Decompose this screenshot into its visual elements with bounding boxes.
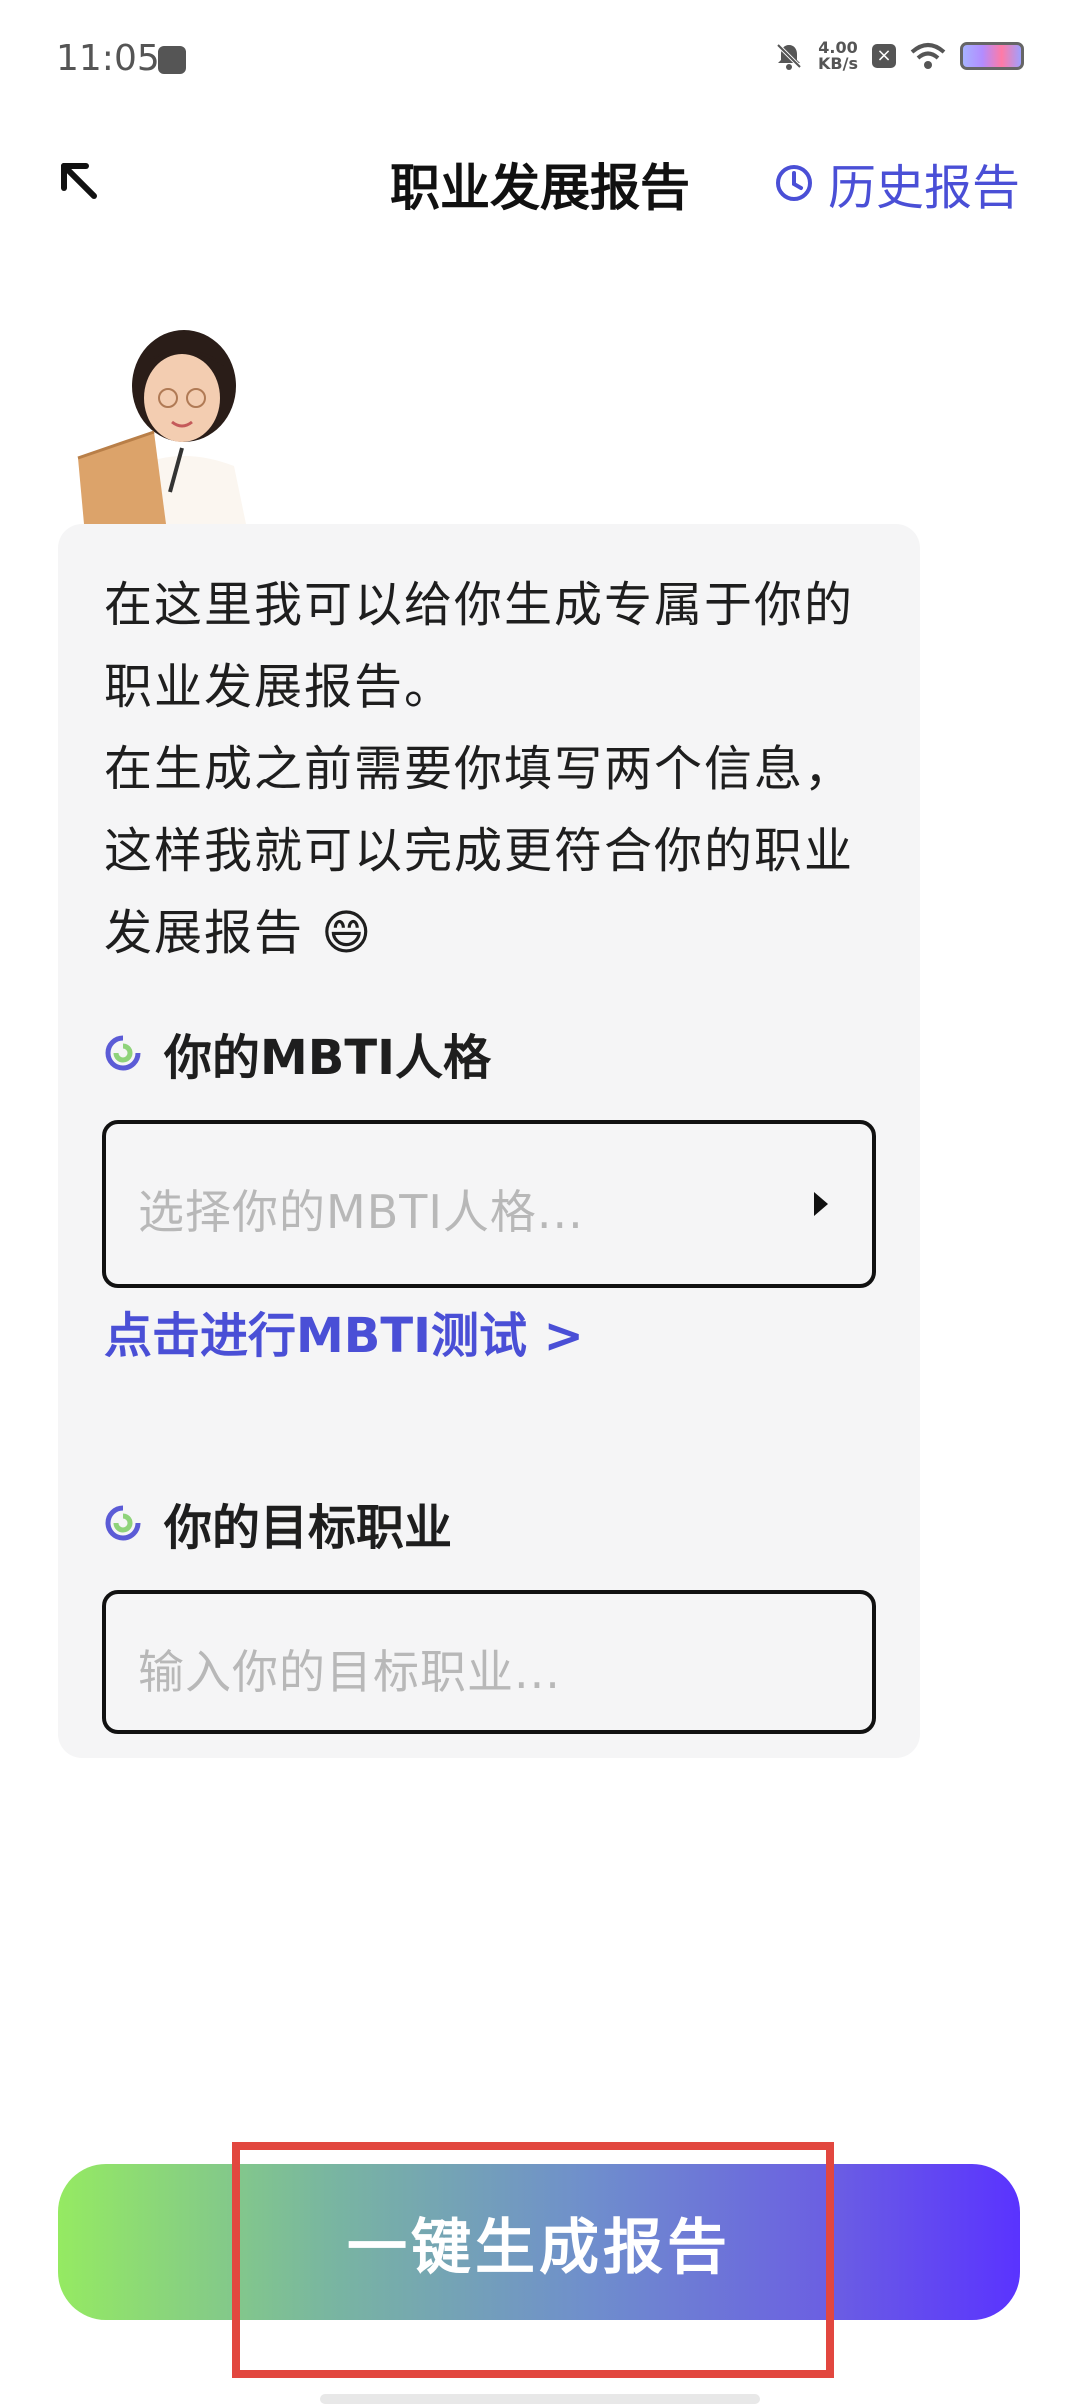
- swirl-icon: [105, 1035, 141, 1071]
- status-time: 11:05: [56, 38, 160, 79]
- intro-line: 在这里我可以给你生成专属于你的职业发展报告。: [104, 577, 855, 715]
- close-box-icon: ×: [872, 44, 896, 68]
- swirl-icon: [105, 1505, 141, 1541]
- clock-icon: [775, 165, 812, 201]
- network-speed-unit: KB/s: [818, 54, 858, 73]
- career-label: 你的目标职业: [164, 1500, 453, 1556]
- bell-off-icon: [776, 43, 802, 70]
- highlight-box: [232, 2142, 834, 2378]
- intro-message: 在这里我可以给你生成专属于你的职业发展报告。 在生成之前需要你填写两个信息，这样…: [104, 564, 894, 974]
- status-bar: 11:05 4.00 KB/s ×: [0, 0, 1080, 130]
- career-placeholder: 输入你的目标职业...: [138, 1645, 561, 1699]
- status-icons: 4.00 KB/s ×: [774, 40, 1024, 72]
- home-indicator[interactable]: [320, 2394, 760, 2404]
- career-input[interactable]: 输入你的目标职业...: [102, 1590, 876, 1734]
- intro-line: 在生成之前需要你填写两个信息，这样我就可以完成更符合你的职业发展报告 😄: [104, 741, 855, 961]
- mbti-section-label: 你的MBTI人格: [104, 1018, 491, 1088]
- caret-right-icon: [814, 1192, 828, 1216]
- wifi-icon: [910, 43, 946, 69]
- mbti-select[interactable]: 选择你的MBTI人格...: [102, 1120, 876, 1288]
- history-button[interactable]: 历史报告: [774, 148, 1020, 218]
- header: 职业发展报告 历史报告: [0, 130, 1080, 230]
- network-speed: 4.00 KB/s: [818, 40, 858, 72]
- notification-icon: [158, 46, 186, 74]
- battery-icon: [960, 42, 1024, 70]
- history-label: 历史报告: [827, 160, 1020, 216]
- assistant-avatar: [77, 330, 246, 524]
- career-section-label: 你的目标职业: [104, 1488, 452, 1558]
- form-card: 在这里我可以给你生成专属于你的职业发展报告。 在生成之前需要你填写两个信息，这样…: [58, 524, 920, 1758]
- mbti-placeholder: 选择你的MBTI人格...: [138, 1185, 584, 1239]
- mbti-test-link[interactable]: 点击进行MBTI测试 >: [104, 1296, 584, 1366]
- mbti-label: 你的MBTI人格: [164, 1030, 491, 1086]
